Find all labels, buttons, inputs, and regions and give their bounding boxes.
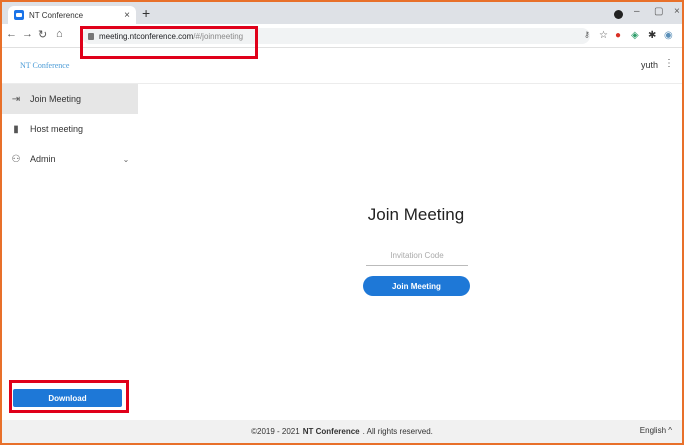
maximize-icon[interactable]: ▢ (654, 6, 663, 17)
back-icon[interactable]: ← (6, 28, 17, 40)
download-highlight-box (9, 380, 129, 413)
star-icon[interactable]: ☆ (599, 30, 608, 41)
forward-icon[interactable]: → (22, 28, 33, 40)
invitation-code-input[interactable] (366, 246, 468, 266)
browser-tab[interactable]: NT Conference × (8, 6, 136, 24)
account-avatar-icon[interactable]: ◉ (664, 30, 673, 41)
new-tab-icon[interactable]: + (142, 5, 150, 21)
minimize-icon[interactable]: – (634, 6, 640, 17)
key-icon[interactable]: ⚷ (584, 30, 590, 39)
footer: ©2019 - 2021 NT Conference . All rights … (2, 420, 682, 443)
extension-shield-icon[interactable]: ◈ (631, 30, 639, 41)
reload-icon[interactable]: ↻ (38, 28, 47, 41)
company-name: NT Conference (302, 427, 360, 436)
home-icon[interactable]: ⌂ (56, 28, 63, 40)
language-selector[interactable]: English ^ (640, 426, 672, 435)
sidebar-item-label: Host meeting (30, 124, 84, 134)
url-highlight-box (80, 26, 258, 59)
tab-title: NT Conference (29, 10, 84, 20)
admin-icon: ⚇ (11, 153, 21, 165)
sign-in-icon: ⇥ (11, 93, 21, 105)
chevron-down-icon: ⌄ (122, 154, 130, 164)
favicon-icon (14, 10, 24, 20)
user-name[interactable]: yuth (641, 60, 658, 70)
join-meeting-button[interactable]: Join Meeting (363, 276, 470, 296)
sidebar-item-admin[interactable]: ⚇ Admin ⌄ (2, 144, 138, 174)
extensions-puzzle-icon[interactable]: ✱ (648, 30, 656, 41)
extension-red-icon[interactable]: ● (615, 30, 621, 41)
tab-close-icon[interactable]: × (124, 10, 130, 21)
copyright-suffix: . All rights reserved. (362, 427, 433, 436)
phone-icon: ▮ (13, 123, 19, 135)
more-menu-icon[interactable]: ⋮ (664, 58, 674, 69)
browser-tab-strip: NT Conference × + – ▢ × (2, 2, 682, 24)
profile-icon[interactable] (614, 10, 623, 19)
brand-logo[interactable]: NT Conference (20, 61, 69, 70)
copyright-prefix: ©2019 - 2021 (251, 427, 300, 436)
sidebar-item-label: Join Meeting (30, 94, 82, 104)
page-title: Join Meeting (367, 205, 465, 224)
sidebar: ⇥ Join Meeting ▮ Host meeting ⚇ Admin ⌄ (2, 84, 138, 414)
sidebar-item-label: Admin (30, 154, 56, 164)
sidebar-item-host-meeting[interactable]: ▮ Host meeting (2, 114, 138, 144)
sidebar-item-join-meeting[interactable]: ⇥ Join Meeting (2, 84, 138, 114)
window-close-icon[interactable]: × (674, 6, 680, 17)
